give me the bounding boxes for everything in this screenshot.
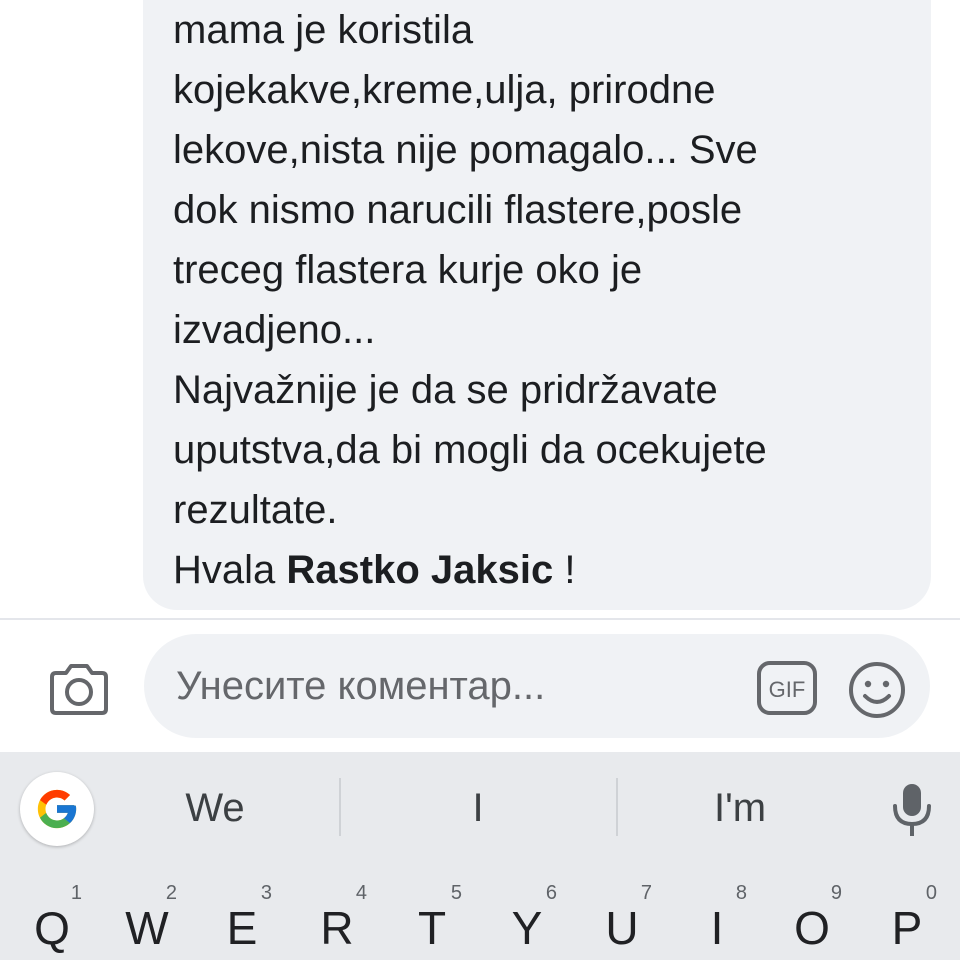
key-letter: Q bbox=[34, 902, 70, 954]
key-letter: U bbox=[605, 902, 639, 954]
suggestion-word[interactable]: I'm bbox=[675, 780, 805, 836]
comment-line: Najvažnije je da se pridržavate bbox=[173, 368, 718, 412]
key-letter: W bbox=[125, 902, 169, 954]
key-letter: Y bbox=[511, 902, 543, 954]
comment-line: mama je koristila bbox=[173, 8, 474, 52]
comment-input-placeholder[interactable]: Унесите коментар... bbox=[176, 659, 545, 713]
gif-button[interactable]: GIF bbox=[756, 660, 818, 716]
thanks-suffix: ! bbox=[553, 548, 576, 592]
comment-line: kojekakve,kreme,ulja, prirodne bbox=[173, 68, 716, 112]
suggestion-word[interactable]: We bbox=[150, 780, 280, 836]
key-e[interactable]: 3 E bbox=[194, 860, 290, 960]
key-i[interactable]: 8 I bbox=[669, 860, 765, 960]
key-o[interactable]: 9 O bbox=[764, 860, 860, 960]
camera-icon[interactable] bbox=[44, 655, 114, 725]
comment-screen: mama je koristila kojekakve,kreme,ulja, … bbox=[0, 0, 960, 960]
key-u[interactable]: 7 U bbox=[574, 860, 670, 960]
key-y[interactable]: 6 Y bbox=[479, 860, 575, 960]
key-r[interactable]: 4 R bbox=[289, 860, 385, 960]
key-letter: I bbox=[710, 902, 724, 954]
comment-thanks-line: Hvala Rastko Jaksic ! bbox=[173, 540, 923, 600]
gif-label: GIF bbox=[769, 677, 806, 702]
comment-line: rezultate. bbox=[173, 488, 338, 532]
suggestion-divider bbox=[616, 778, 618, 836]
comment-line: lekove,nista nije pomagalo... Sve bbox=[173, 128, 758, 172]
mention-link[interactable]: Rastko Jaksic bbox=[286, 548, 553, 592]
mic-icon[interactable] bbox=[890, 782, 934, 838]
key-letter: P bbox=[891, 902, 923, 954]
suggestion-word[interactable]: I bbox=[413, 780, 543, 836]
comment-body: mama je koristila kojekakve,kreme,ulja, … bbox=[173, 0, 923, 600]
comment-line: treceg flastera kurje oko je bbox=[173, 248, 643, 292]
key-t[interactable]: 5 T bbox=[384, 860, 480, 960]
comment-line: dok nismo narucili flastere,posle bbox=[173, 188, 743, 232]
key-letter: T bbox=[417, 902, 447, 954]
thanks-prefix: Hvala bbox=[173, 548, 287, 592]
key-w[interactable]: 2 W bbox=[99, 860, 195, 960]
suggestion-divider bbox=[339, 778, 341, 836]
smiley-icon[interactable] bbox=[847, 660, 907, 720]
key-p[interactable]: 0 P bbox=[859, 860, 955, 960]
key-q[interactable]: 1 Q bbox=[4, 860, 100, 960]
key-letter: E bbox=[226, 902, 258, 954]
key-letter: O bbox=[794, 902, 830, 954]
key-letter: R bbox=[320, 902, 354, 954]
comment-line: uputstva,da bi mogli da ocekujete bbox=[173, 428, 767, 472]
google-g-icon[interactable] bbox=[20, 772, 94, 846]
comment-line: izvadjeno... bbox=[173, 308, 376, 352]
